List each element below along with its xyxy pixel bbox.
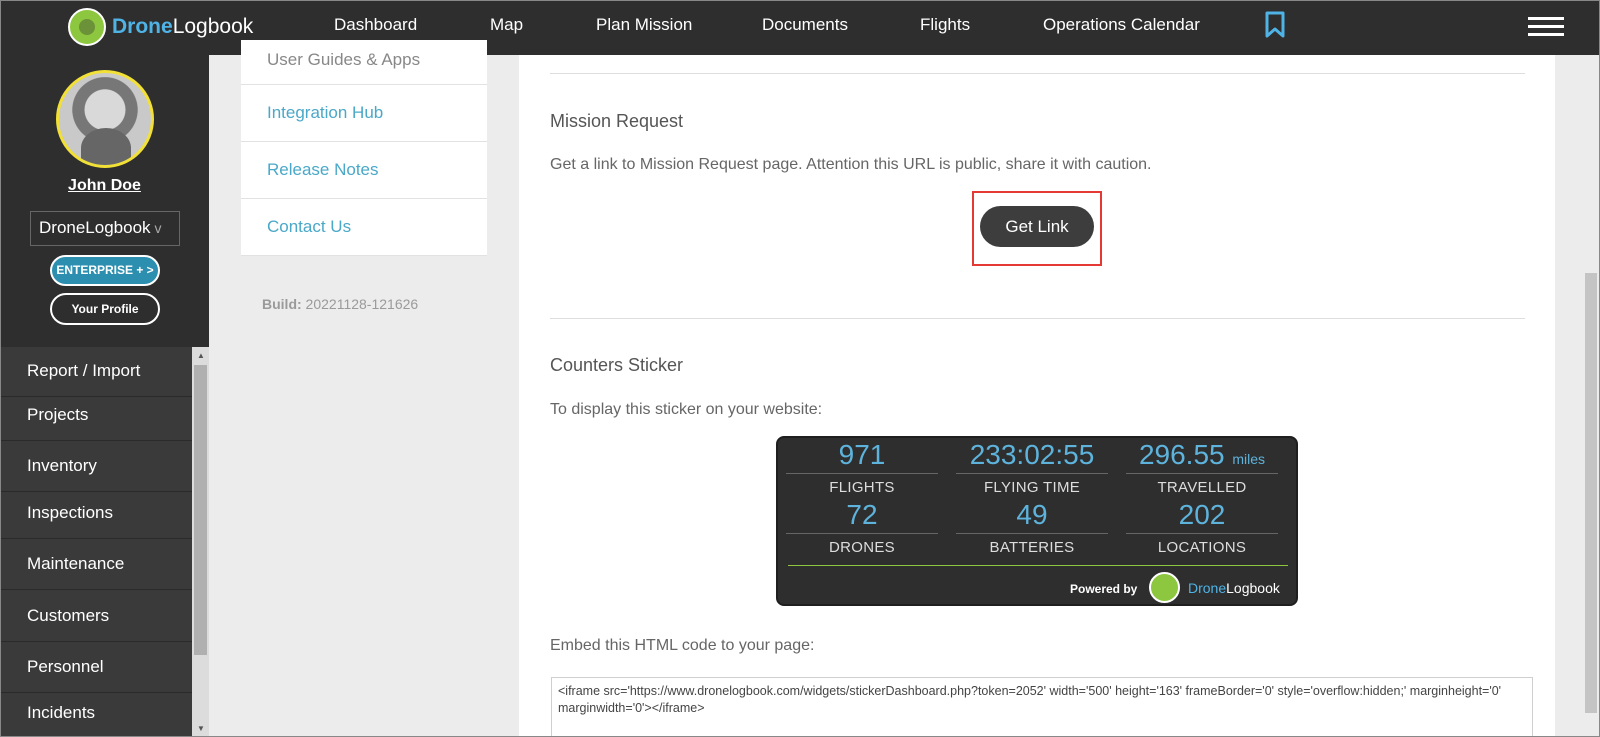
stat-value: 971 (838, 439, 886, 470)
stat-value: 233:02:55 (969, 439, 1095, 470)
side-menu-scrollbar[interactable]: ▲ ▼ (192, 347, 209, 737)
stat-value: 202 (1178, 499, 1226, 530)
side-menu: Report / Import Projects Inventory Inspe… (0, 347, 192, 737)
brand-prefix: Drone (112, 15, 173, 38)
divider (550, 318, 1525, 319)
menu-item-inventory[interactable]: Inventory (0, 440, 192, 492)
scroll-up-icon[interactable]: ▲ (197, 351, 205, 360)
sticker-brand: DroneLogbook (1188, 580, 1280, 596)
counters-sticker-title: Counters Sticker (550, 355, 684, 375)
menu-item-personnel[interactable]: Personnel (0, 641, 192, 693)
stat-flights: 971 FLIGHTS (786, 438, 938, 496)
stat-label: DRONES (829, 539, 895, 556)
stat-label: BATTERIES (989, 539, 1075, 556)
menu-item-incidents[interactable]: Incidents (0, 687, 192, 737)
counters-sticker-description: To display this sticker on your website: (550, 401, 823, 418)
stat-batteries: 49 BATTERIES (956, 498, 1108, 556)
top-navbar: DroneLogbook Dashboard Map Plan Mission … (0, 0, 1600, 55)
nav-dashboard[interactable]: Dashboard (334, 15, 417, 35)
stat-travelled: 296.55 miles TRAVELLED (1126, 438, 1278, 496)
app-logo[interactable]: DroneLogbook (68, 6, 253, 48)
brand-suffix: Logbook (172, 15, 254, 38)
avatar[interactable] (56, 70, 154, 168)
logo-icon (1149, 572, 1180, 603)
organization-value: DroneLogbook (39, 218, 151, 237)
profile-panel: John Doe DroneLogbook v ENTERPRISE + > Yo… (0, 55, 209, 347)
embed-code-textarea[interactable]: <iframe src='https://www.dronelogbook.co… (551, 677, 1533, 737)
build-label: Build: (262, 296, 302, 312)
your-profile-button[interactable]: Your Profile (50, 293, 160, 325)
stat-value: 296.55 (1138, 439, 1225, 470)
main-content: Mission Request Get a link to Mission Re… (519, 55, 1555, 737)
submenu-integration-hub[interactable]: Integration Hub (241, 85, 487, 142)
menu-item-customers[interactable]: Customers (0, 590, 192, 642)
menu-item-maintenance[interactable]: Maintenance (0, 538, 192, 590)
embed-label: Embed this HTML code to your page: (550, 637, 815, 654)
nav-operations-calendar[interactable]: Operations Calendar (1043, 15, 1200, 35)
submenu-release-notes[interactable]: Release Notes (241, 142, 487, 199)
stat-label: FLIGHTS (829, 479, 895, 496)
submenu-user-guides[interactable]: User Guides & Apps (241, 40, 487, 85)
bookmark-icon[interactable] (1264, 11, 1286, 38)
stat-label: TRAVELLED (1157, 479, 1247, 496)
enterprise-plan-button[interactable]: ENTERPRISE + > (50, 255, 160, 286)
stat-locations: 202 LOCATIONS (1126, 498, 1278, 556)
counters-sticker-preview: 971 FLIGHTS 233:02:55 FLYING TIME 296.55… (776, 436, 1298, 606)
chevron-down-icon: v (154, 220, 162, 236)
build-value: 20221128-121626 (305, 296, 419, 312)
scrollbar-thumb[interactable] (1585, 273, 1597, 713)
submenu-contact-us[interactable]: Contact Us (241, 199, 487, 256)
organization-select[interactable]: DroneLogbook v (30, 211, 180, 246)
nav-map[interactable]: Map (490, 15, 523, 35)
stat-label: FLYING TIME (983, 479, 1081, 496)
nav-flights[interactable]: Flights (920, 15, 970, 35)
scroll-down-icon[interactable]: ▼ (197, 724, 205, 733)
stat-flying-time: 233:02:55 FLYING TIME (956, 438, 1108, 496)
powered-by-text: Powered by (1070, 582, 1138, 596)
nav-plan-mission[interactable]: Plan Mission (596, 15, 692, 35)
build-info: Build: 20221128-121626 (262, 296, 418, 312)
nav-documents[interactable]: Documents (762, 15, 848, 35)
mission-request-title: Mission Request (550, 111, 684, 131)
stat-value: 72 (846, 499, 878, 530)
stat-unit: miles (1232, 451, 1266, 467)
stat-value: 49 (1016, 499, 1048, 530)
hamburger-menu-icon[interactable] (1528, 17, 1564, 37)
stat-label: LOCATIONS (1157, 539, 1247, 556)
user-name-link[interactable]: John Doe (0, 177, 209, 195)
page-scrollbar[interactable] (1582, 55, 1600, 737)
logo-icon (68, 8, 106, 46)
menu-item-inspections[interactable]: Inspections (0, 487, 192, 539)
divider (550, 73, 1525, 74)
get-link-button[interactable]: Get Link (980, 206, 1094, 247)
sticker-divider (788, 565, 1288, 566)
mission-request-description: Get a link to Mission Request page. Atte… (550, 156, 1152, 173)
menu-item-projects[interactable]: Projects (0, 389, 192, 441)
help-submenu: User Guides & Apps Integration Hub Relea… (241, 40, 487, 256)
scrollbar-thumb[interactable] (194, 365, 207, 655)
stat-drones: 72 DRONES (786, 498, 938, 556)
